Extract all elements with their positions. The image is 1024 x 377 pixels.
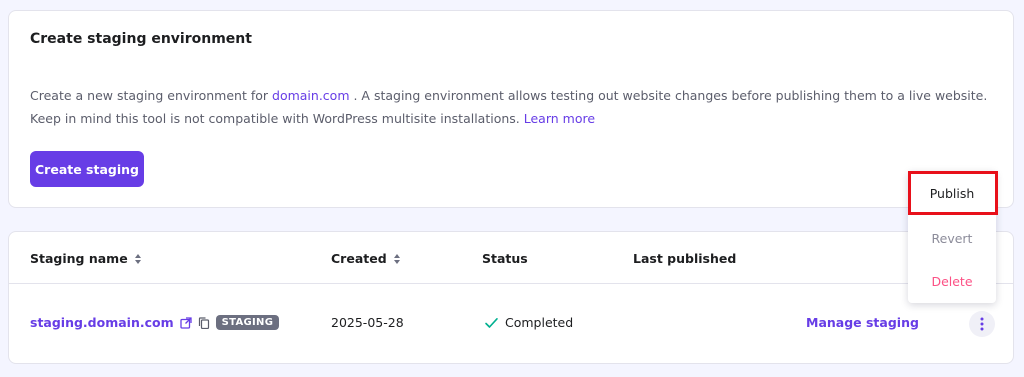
sort-icon[interactable] [393, 253, 401, 265]
menu-item-revert[interactable]: Revert [908, 218, 996, 258]
staging-table-card: Staging name Created Status Last publish… [8, 231, 1014, 364]
status-text: Completed [505, 315, 574, 330]
create-staging-card: Create staging environment Create a new … [8, 10, 1014, 208]
card-description: Create a new staging environment for dom… [30, 84, 990, 130]
check-icon [485, 317, 498, 328]
staging-badge: STAGING [215, 315, 280, 330]
header-status-label: Status [482, 251, 528, 266]
learn-more-link[interactable]: Learn more [524, 111, 595, 126]
header-created[interactable]: Created [331, 251, 401, 266]
table-cell-status: Completed [484, 315, 573, 330]
header-status: Status [482, 251, 528, 266]
row-actions-button[interactable] [969, 311, 995, 337]
row-actions-menu: Publish Revert Delete [908, 171, 996, 303]
table-divider [9, 283, 1013, 284]
domain-link[interactable]: domain.com [272, 88, 349, 103]
create-staging-button[interactable]: Create staging [30, 151, 144, 187]
header-created-label: Created [331, 251, 387, 266]
staging-name-link[interactable]: staging.domain.com [30, 315, 174, 330]
external-link-icon[interactable] [179, 316, 192, 329]
card-title: Create staging environment [30, 31, 252, 47]
created-date: 2025-05-28 [331, 315, 404, 330]
manage-staging-link[interactable]: Manage staging [806, 315, 919, 330]
menu-item-publish[interactable]: Publish [908, 173, 996, 213]
table-cell-created: 2025-05-28 [331, 315, 404, 330]
header-staging-name[interactable]: Staging name [30, 251, 142, 266]
header-last-published: Last published [633, 251, 736, 266]
menu-item-delete[interactable]: Delete [908, 261, 996, 301]
header-staging-name-label: Staging name [30, 251, 128, 266]
sort-icon[interactable] [134, 253, 142, 265]
more-vertical-icon [980, 317, 984, 331]
copy-icon[interactable] [198, 316, 210, 329]
description-prefix: Create a new staging environment for [30, 88, 273, 103]
table-row-staging-name: staging.domain.com STAGING [30, 315, 280, 330]
header-last-published-label: Last published [633, 251, 737, 266]
